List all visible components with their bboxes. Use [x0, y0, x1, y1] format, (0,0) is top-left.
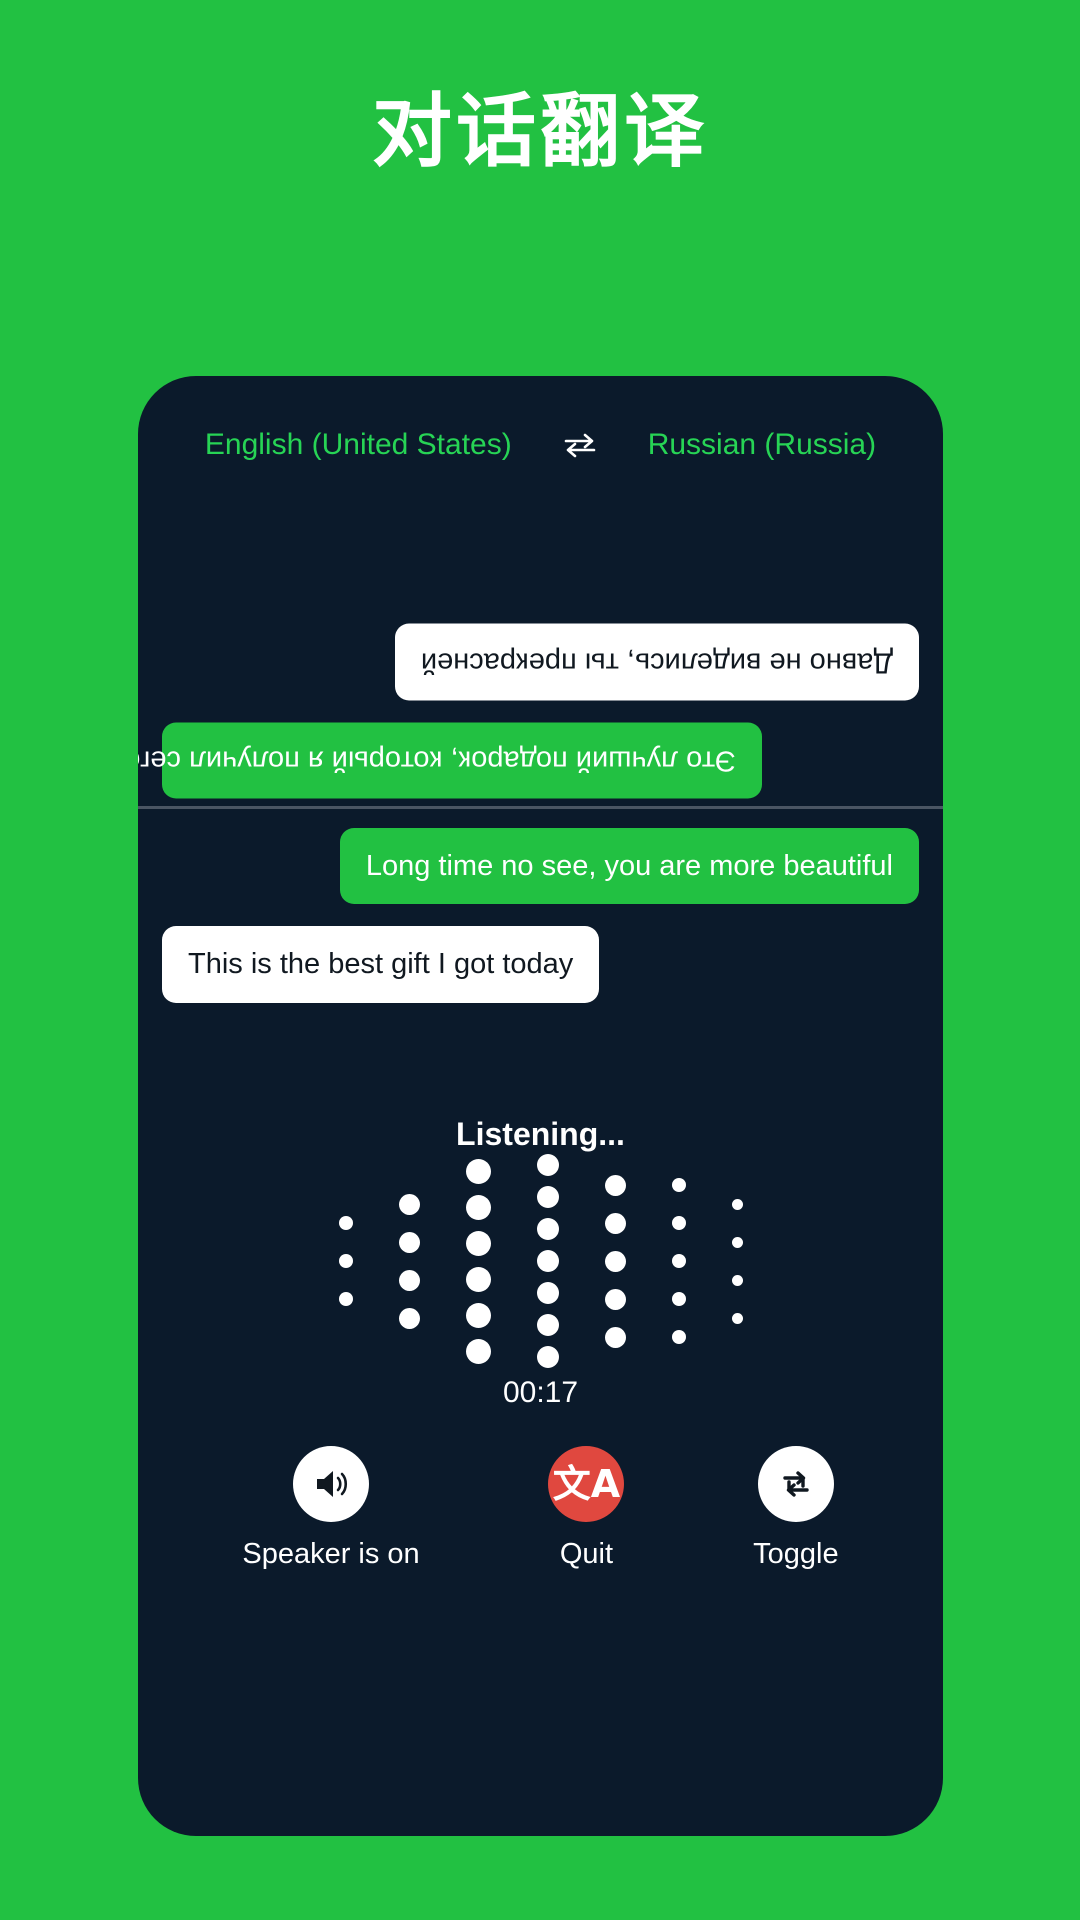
message-bubble-english-incoming[interactable]: This is the best gift I got today	[162, 926, 600, 1003]
waveform-dot	[465, 1230, 491, 1256]
message-bubble-russian-incoming[interactable]: Давно не виделись, ты прекрасней	[394, 624, 919, 701]
waveform-dot	[398, 1231, 420, 1253]
message-bubble-english-outgoing[interactable]: Long time no see, you are more beautiful	[339, 828, 919, 905]
target-language-selector[interactable]: Russian (Russia)	[648, 428, 876, 462]
waveform-column	[465, 1158, 491, 1364]
waveform-dot	[465, 1158, 491, 1184]
translate-icon[interactable]: 文A	[548, 1446, 625, 1522]
waveform-dot	[671, 1330, 686, 1344]
waveform-dot	[604, 1326, 626, 1348]
waveform-dot	[671, 1292, 686, 1306]
quit-button[interactable]: 文A Quit	[548, 1446, 625, 1571]
waveform-column	[536, 1154, 559, 1368]
waveform-dot	[536, 1346, 559, 1368]
waveform-dot	[465, 1338, 491, 1364]
waveform-dot	[398, 1193, 420, 1215]
waveform-column	[671, 1178, 686, 1344]
conversation-top-rotated: Это лучший подарок, который я получил се…	[138, 624, 943, 799]
speaker-button-label: Speaker is on	[242, 1538, 420, 1570]
waveform-dot	[731, 1198, 743, 1210]
toggle-button[interactable]: Toggle	[753, 1446, 839, 1571]
waveform-dot	[604, 1250, 626, 1272]
waveform-dot	[465, 1302, 491, 1328]
translate-glyph: 文A	[552, 1462, 621, 1506]
waveform-dot	[671, 1254, 686, 1268]
quit-button-label: Quit	[559, 1538, 614, 1570]
waveform-dot	[536, 1250, 559, 1272]
waveform-dot	[731, 1312, 743, 1324]
language-bar: English (United States) Russian (Russia)	[138, 428, 943, 462]
waveform-dot	[398, 1269, 420, 1291]
listening-status-label: Listening...	[456, 1116, 625, 1152]
message-row: Long time no see, you are more beautiful	[162, 828, 919, 905]
waveform-dot	[536, 1314, 559, 1336]
recording-timer: 00:17	[502, 1376, 579, 1409]
conversation-bottom: Long time no see, you are more beautiful…	[138, 828, 943, 1003]
waveform-dot	[671, 1216, 686, 1230]
speaker-on-icon[interactable]	[293, 1446, 370, 1522]
source-language-selector[interactable]: English (United States)	[205, 428, 512, 462]
waveform-dot	[465, 1194, 491, 1220]
message-row: Давно не виделись, ты прекрасней	[162, 624, 919, 701]
page-title: 对话翻译	[372, 85, 708, 178]
waveform-dot	[604, 1174, 626, 1196]
waveform-dot	[536, 1154, 559, 1176]
waveform-dot	[604, 1288, 626, 1310]
message-row: This is the best gift I got today	[162, 926, 919, 1003]
waveform-dot	[465, 1266, 491, 1292]
speaker-button[interactable]: Speaker is on	[242, 1446, 420, 1571]
audio-waveform	[138, 1154, 943, 1368]
waveform-dot	[671, 1178, 686, 1192]
toggle-button-label: Toggle	[753, 1538, 839, 1570]
swap-repeat-icon[interactable]	[757, 1446, 834, 1522]
waveform-dot	[338, 1216, 353, 1230]
conversation-divider	[138, 806, 943, 809]
waveform-dot	[338, 1254, 353, 1268]
control-bar: Speaker is on 文A Quit Toggle	[138, 1446, 943, 1571]
waveform-dot	[536, 1218, 559, 1240]
waveform-dot	[604, 1212, 626, 1234]
waveform-column	[731, 1198, 743, 1324]
waveform-dot	[536, 1186, 559, 1208]
waveform-dot	[338, 1292, 353, 1306]
message-bubble-russian-outgoing[interactable]: Это лучший подарок, который я получил се…	[138, 722, 762, 799]
phone-card: English (United States) Russian (Russia)…	[138, 376, 943, 1836]
waveform-dot	[398, 1307, 420, 1329]
waveform-dot	[731, 1236, 743, 1248]
waveform-column	[604, 1174, 626, 1348]
message-row: Это лучший подарок, который я получил се…	[138, 722, 919, 799]
swap-horizontal-icon[interactable]	[560, 430, 600, 460]
waveform-column	[338, 1216, 353, 1306]
waveform-column	[398, 1193, 420, 1329]
waveform-dot	[731, 1274, 743, 1286]
app-root: 对话翻译 English (United States) Russian (Ru…	[0, 0, 1080, 1920]
waveform-dot	[536, 1282, 559, 1304]
